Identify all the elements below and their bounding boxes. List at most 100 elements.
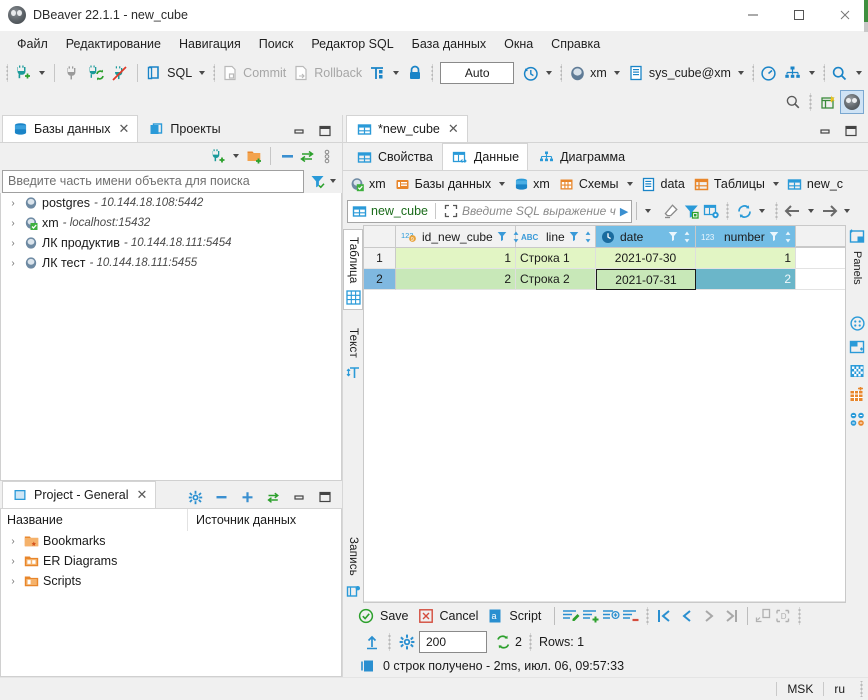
breadcrumb-item-databases[interactable]: Базы данных (395, 176, 491, 192)
tab-project-close-icon[interactable]: ✕ (136, 487, 147, 503)
fetch-size-input[interactable]: 200 (419, 631, 487, 653)
grid-column-line[interactable]: ABC line (516, 226, 596, 247)
refresh-dropdown-icon[interactable] (759, 209, 766, 213)
project-item-bookmarks[interactable]: › Bookmarks (1, 531, 341, 551)
previous-row-icon[interactable] (677, 607, 697, 625)
sql-filter-placeholder[interactable]: Введите SQL выражение ч (462, 204, 616, 218)
refresh-icon[interactable] (735, 202, 753, 220)
next-row-icon[interactable] (699, 607, 719, 625)
cell-number[interactable]: 1 (696, 248, 796, 269)
save-icon[interactable] (357, 607, 375, 625)
menu-windows[interactable]: Окна (495, 34, 542, 54)
invalidate-connection-button[interactable] (108, 60, 132, 86)
filter-settings-icon[interactable] (308, 172, 326, 190)
tree-node-lk-test[interactable]: › ЛК тест - 10.144.18.111:5455 (1, 253, 341, 273)
table-row[interactable]: 1 1 Строка 1 2021-07-30 1 (364, 248, 845, 269)
tab-projects[interactable]: Проекты (138, 115, 229, 143)
cancel-icon[interactable] (417, 607, 435, 625)
row-number[interactable]: 1 (364, 248, 396, 269)
refresh-count-icon[interactable] (494, 633, 512, 651)
sql-editor-button[interactable]: SQL (142, 60, 195, 86)
history-dropdown-icon[interactable] (546, 71, 553, 75)
last-row-icon[interactable] (721, 607, 741, 625)
cancel-label[interactable]: Cancel (440, 609, 479, 623)
menu-database[interactable]: База данных (403, 34, 495, 54)
expand-arrow-icon[interactable]: › (7, 258, 19, 269)
sql-dropdown-icon[interactable] (199, 71, 206, 75)
edit-row-icon[interactable] (562, 607, 580, 625)
add-project-icon[interactable] (238, 488, 256, 506)
breadcrumb-caret-icon[interactable] (772, 182, 779, 186)
duplicate-row-icon[interactable] (602, 607, 620, 625)
disconnect-button[interactable] (60, 60, 84, 86)
add-row-icon[interactable] (582, 607, 600, 625)
column-sort-icon[interactable] (584, 228, 593, 246)
save-filter-icon[interactable] (682, 202, 700, 220)
view-menu-icon[interactable] (318, 147, 336, 165)
expand-arrow-icon[interactable]: › (7, 576, 19, 587)
breadcrumb-item-new-cube-table[interactable]: new_c (787, 176, 843, 192)
forward-dropdown-icon[interactable] (844, 209, 851, 213)
active-schema-button[interactable]: sys_cube@xm (624, 60, 734, 86)
breadcrumb-item-schemas[interactable]: Схемы (559, 176, 619, 192)
sql-filter-box[interactable]: new_cube Введите SQL выражение ч ▶ (347, 199, 633, 223)
transaction-mode-button[interactable] (365, 60, 389, 86)
subtab-diagram[interactable]: Диаграмма (528, 143, 634, 171)
cell-line[interactable]: Строка 2 (516, 269, 596, 290)
filter-history-dropdown-icon[interactable] (645, 209, 652, 213)
tree-node-lk-produktiv[interactable]: › ЛК продуктив - 10.144.18.111:5454 (1, 233, 341, 253)
cell-number[interactable]: 2 (696, 269, 796, 290)
minimize-panel-icon[interactable] (290, 122, 308, 140)
minimize-button[interactable] (730, 0, 776, 30)
breadcrumb-caret-icon[interactable] (626, 182, 633, 186)
clear-filter-icon[interactable] (662, 202, 680, 220)
save-label[interactable]: Save (380, 609, 409, 623)
delete-row-icon[interactable] (622, 607, 640, 625)
menu-edit[interactable]: Редактирование (57, 34, 170, 54)
tab-new-cube-close-icon[interactable]: ✕ (448, 121, 459, 137)
query-history-button[interactable] (518, 60, 542, 86)
project-item-er-diagrams[interactable]: › ER Diagrams (1, 551, 341, 571)
expand-arrow-icon[interactable]: › (7, 218, 19, 229)
cell-date[interactable]: 2021-07-30 (596, 248, 696, 269)
active-datasource-button[interactable]: xm (565, 60, 610, 86)
new-connection-dropdown-icon[interactable] (38, 71, 45, 75)
database-tree[interactable]: › postgres - 10.144.18.108:5442 › xm - l… (0, 193, 342, 481)
cell-id-new-cube[interactable]: 2 (396, 269, 516, 290)
transaction-auto-select[interactable]: Auto (440, 62, 515, 84)
menu-file[interactable]: Файл (8, 34, 57, 54)
filter-settings-grid-icon[interactable] (702, 202, 720, 220)
project-item-scripts[interactable]: › Scripts (1, 571, 341, 591)
column-filter-icon[interactable] (667, 228, 678, 246)
dashboard-button[interactable] (757, 60, 781, 86)
data-grid[interactable]: 123 9 id_new_cube ABC line date 123 numb… (363, 225, 846, 603)
search-button[interactable] (828, 60, 852, 86)
link-editor-icon[interactable] (298, 147, 316, 165)
export-data-icon[interactable] (754, 607, 772, 625)
timezone-status[interactable]: MSK (776, 682, 823, 696)
tab-new-cube[interactable]: *new_cube ✕ (346, 115, 468, 143)
script-icon[interactable]: a (486, 607, 504, 625)
open-perspective-button[interactable] (816, 89, 840, 115)
breadcrumb-item-xm-connection[interactable]: xm (349, 176, 386, 192)
menu-help[interactable]: Справка (542, 34, 609, 54)
breadcrumb-item-tables[interactable]: Таблицы (694, 176, 765, 192)
value-panel-icon[interactable] (848, 315, 866, 333)
references-panel-icon[interactable] (848, 411, 866, 429)
maximize-button[interactable] (776, 0, 822, 30)
breadcrumb-item-data-schema[interactable]: data (641, 176, 685, 192)
grid-corner-cell[interactable] (364, 226, 396, 247)
aggregate-panel-icon[interactable] (848, 387, 866, 405)
maximize-editor-icon[interactable] (842, 122, 860, 140)
forward-arrow-icon[interactable] (820, 202, 838, 220)
new-connection-small-icon[interactable] (209, 147, 227, 165)
presentation-tab-table[interactable]: Таблица (343, 229, 363, 310)
gear-icon[interactable] (186, 488, 204, 506)
expand-arrow-icon[interactable]: › (7, 198, 19, 209)
er-diagram-button[interactable] (781, 60, 805, 86)
subtab-data[interactable]: Данные (441, 143, 529, 171)
new-connection-button[interactable] (11, 60, 35, 86)
collapse-all-project-icon[interactable] (212, 488, 230, 506)
tree-node-postgres[interactable]: › postgres - 10.144.18.108:5442 (1, 193, 341, 213)
subtab-properties[interactable]: Свойства (346, 143, 442, 171)
